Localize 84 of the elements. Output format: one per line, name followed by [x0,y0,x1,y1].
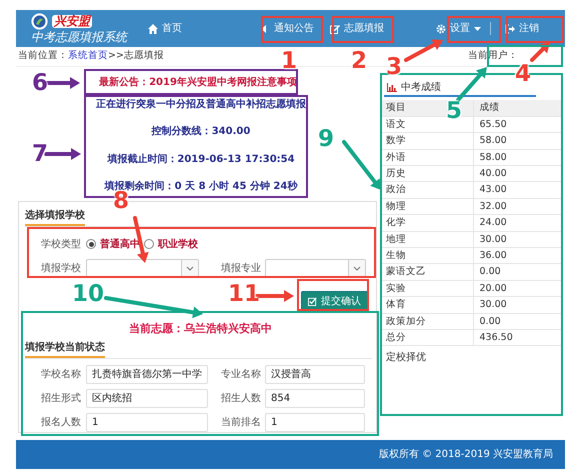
annotation-arrow [530,42,550,62]
notice-link[interactable]: 最新公告：2019年兴安盟中考网报注意事项 [99,77,297,88]
countdown-title: 正在进行突泉一中分招及普通高中补招志愿填报 [96,100,306,110]
annotation-arrow [342,140,381,190]
countdown-line: 填报剩余时间：0 天 8 小时 45 分钟 24秒 [104,182,298,192]
field-label: 专业名称 [221,368,262,382]
table-cell: 20.00 [473,280,563,297]
annotation-number: 9 [318,128,334,151]
input-field[interactable]: 854 [265,388,365,408]
table-cell: 地理 [380,231,473,248]
table-cell: 30.00 [473,296,563,314]
field-label: 招生形式 [41,392,82,406]
table-cell: 政策加分 [380,313,473,330]
chart-icon [387,82,397,92]
current-choice: 当前志愿：乌兰浩特兴安高中 [129,322,272,335]
table-cell: 58.00 [473,149,563,166]
chevron-icon [186,266,194,272]
note-text: 定校择优 [386,350,426,365]
table-cell: 36.00 [473,248,563,264]
nav-link[interactable]: 设置 [436,21,481,36]
annotation-number: 1 [281,50,298,73]
system-title: 中考志愿填报系统 [31,30,130,44]
table-cell: 体育 [380,296,473,314]
field-label: 当前排名 [221,416,262,430]
table-cell: 30.00 [473,231,563,248]
column-header: 成绩 [473,100,563,116]
table-cell: 实验 [380,280,473,297]
current-user-label: 当前用户： [468,49,518,64]
breadcrumb: 当前位置：系统首页>>志愿填报 [18,49,164,64]
table-cell: 0.00 [473,264,563,280]
annotation-arrow [456,67,487,102]
edit-icon [330,24,340,34]
annotation-number: 6 [32,72,48,95]
table-cell: 生物 [380,248,473,264]
nav-link[interactable]: 注销 [505,21,539,36]
logout-icon [505,24,515,34]
nav-link[interactable]: 志愿填报 [330,21,384,36]
input-field[interactable]: 汉授普高 [265,364,365,384]
table-cell: 58.00 [473,132,563,150]
nav-link[interactable]: 通知公告 [260,21,314,36]
table-cell: 蒙语文乙 [380,264,473,280]
input-field[interactable]: 1 [265,412,365,432]
input-field[interactable]: 扎赉特旗音德尔第一中学 [86,364,208,384]
gear-icon [436,24,446,34]
table-cell: 24.00 [473,214,563,232]
input-field[interactable]: 区内统招 [86,388,208,408]
countdown-line: 控制分数线：340.00 [152,127,250,138]
breadcrumb-link[interactable]: 系统首页 [68,50,108,62]
table-cell: 43.00 [473,182,563,198]
annotation-number: 10 [72,283,104,306]
table-cell: 436.50 [473,329,563,346]
annotation-number: 11 [228,283,260,306]
chevron-icon [353,266,361,272]
table-cell: 外语 [380,149,473,166]
annotation-number: 7 [32,143,48,166]
field-label: 填报专业 [221,262,262,276]
field-label: 报名人数 [41,416,82,430]
table-cell: 65.50 [473,116,563,133]
section-heading: 填报学校当前状态 [25,340,105,358]
radio-option[interactable]: 职业学校 [144,236,198,252]
nav-link[interactable]: 首页 [148,21,182,36]
table-cell: 历史 [380,166,473,182]
logo-icon [31,13,48,30]
section-heading: 选择填报学校 [25,208,85,226]
logo-text: 兴安盟 [52,15,92,28]
annotation-number: 2 [351,50,368,73]
table-cell: 物理 [380,198,473,215]
radio-option[interactable]: 普通高中 [86,236,140,252]
countdown-line: 填报截止时间：2019-06-13 17:30:54 [107,154,295,165]
table-cell: 40.00 [473,166,563,182]
checkbox-icon [308,297,317,306]
table-cell: 化学 [380,214,473,232]
table-cell: 32.00 [473,198,563,215]
input-field[interactable]: 1 [86,412,208,432]
copyright-text: 版权所有 © 2018-2019 兴安盟教育局 [378,448,553,462]
table-cell: 0.00 [473,313,563,330]
field-label: 学校名称 [41,368,82,382]
home-icon [148,24,158,34]
annotation-arrow [404,39,443,62]
field-label: 招生人数 [221,392,262,406]
field-label: 学校类型 [41,238,82,252]
table-cell: 总分 [380,329,473,346]
table-cell: 数学 [380,132,473,150]
field-label: 填报学校 [41,262,82,276]
